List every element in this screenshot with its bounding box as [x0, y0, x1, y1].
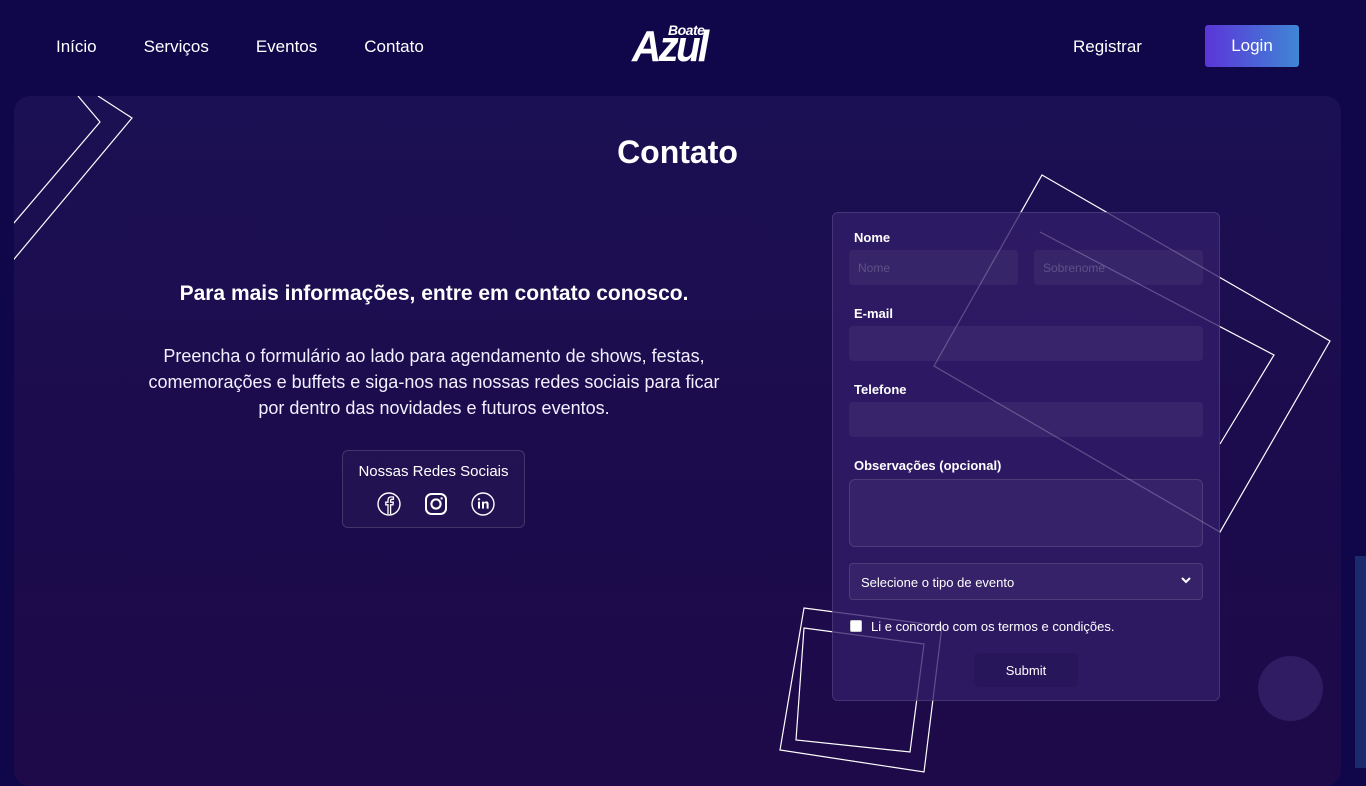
submit-button[interactable]: Submit	[974, 653, 1078, 687]
info-heading: Para mais informações, entre em contato …	[179, 282, 689, 305]
floating-action-button[interactable]	[1258, 656, 1323, 721]
nav-link-inicio[interactable]: Início	[56, 36, 97, 58]
logo-text-boate: Boate	[668, 22, 705, 38]
nav-link-contato[interactable]: Contato	[364, 36, 424, 58]
notes-textarea[interactable]	[849, 479, 1203, 547]
info-text: Preencha o formulário ao lado para agend…	[148, 346, 720, 418]
contact-form: Nome E-mail Telefone Observações (opcion…	[832, 212, 1220, 701]
nav-links: Início Serviços Eventos Contato	[56, 36, 471, 58]
email-input[interactable]	[849, 326, 1203, 361]
contact-panel: Contato Para mais informações, entre em …	[14, 96, 1341, 786]
name-label: Nome	[854, 230, 891, 245]
linkedin-icon[interactable]	[470, 491, 496, 517]
instagram-icon[interactable]	[423, 491, 449, 517]
nav-link-eventos[interactable]: Eventos	[256, 36, 317, 58]
login-button[interactable]: Login	[1205, 25, 1299, 67]
social-icons	[376, 491, 496, 517]
deco-chevron-outer	[14, 96, 133, 261]
social-title: Nossas Redes Sociais	[358, 463, 509, 480]
event-type-selected: Selecione o tipo de evento	[861, 575, 1015, 590]
register-link[interactable]: Registrar	[1073, 36, 1142, 58]
terms-checkbox[interactable]	[850, 620, 862, 632]
phone-label: Telefone	[854, 382, 907, 397]
notes-label: Observações (opcional)	[854, 458, 1002, 473]
last-name-input[interactable]	[1034, 250, 1203, 285]
social-box: Nossas Redes Sociais	[342, 450, 525, 528]
nav-link-servicos[interactable]: Serviços	[144, 36, 209, 58]
navbar: Início Serviços Eventos Contato Azul Boa…	[0, 0, 1366, 96]
first-name-input[interactable]	[849, 250, 1018, 285]
chevron-down-icon	[1181, 577, 1191, 584]
logo[interactable]: Azul Boate	[632, 22, 724, 70]
facebook-icon[interactable]	[376, 491, 402, 517]
email-label: E-mail	[854, 306, 894, 321]
scrollbar-thumb[interactable]	[1355, 556, 1366, 768]
phone-input[interactable]	[849, 402, 1203, 437]
terms-label: Li e concordo com os termos e condições.	[871, 619, 1115, 634]
event-type-select[interactable]: Selecione o tipo de evento	[849, 563, 1203, 600]
page-title: Contato	[617, 134, 738, 170]
